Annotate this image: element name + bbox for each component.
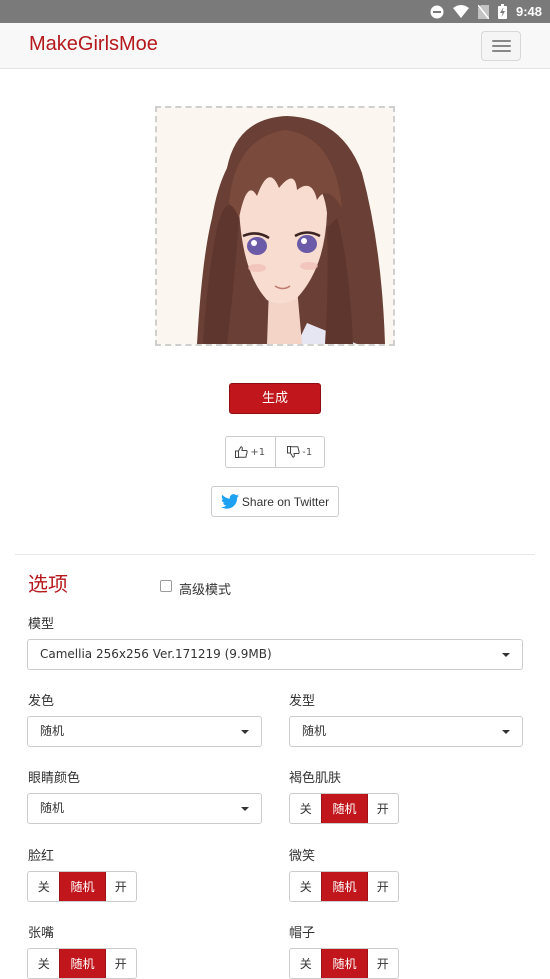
dnd-icon [430, 5, 444, 18]
advanced-mode-checkbox[interactable] [160, 580, 172, 592]
smile-off-button[interactable]: 关 [290, 872, 321, 901]
model-label: 模型 [28, 617, 55, 632]
smile-random-button[interactable]: 随机 [321, 872, 368, 901]
open-mouth-label: 张嘴 [28, 926, 55, 941]
status-icons: 9:48 [430, 0, 542, 23]
eye-color-select[interactable]: 随机 [27, 793, 262, 824]
open-mouth-off-button[interactable]: 关 [28, 949, 59, 978]
dark-skin-off-button[interactable]: 关 [290, 794, 321, 823]
hat-on-button[interactable]: 开 [368, 949, 398, 978]
dark-skin-toggle: 关 随机 开 [289, 793, 399, 824]
hat-label: 帽子 [289, 926, 316, 941]
hat-off-button[interactable]: 关 [290, 949, 321, 978]
downvote-label: -1 [302, 446, 313, 458]
hamburger-icon-bar [492, 50, 511, 52]
generate-button[interactable]: 生成 [229, 383, 321, 414]
status-bar: 9:48 [0, 0, 550, 23]
model-select-value: Camellia 256x256 Ver.171219 (9.9MB) [40, 647, 272, 661]
caret-down-icon [502, 730, 510, 734]
status-time: 9:48 [515, 4, 542, 19]
brand-link[interactable]: MakeGirlsMoe [29, 33, 158, 56]
advanced-mode-label[interactable]: 高级模式 [179, 579, 231, 598]
section-divider [15, 554, 535, 555]
navbar: MakeGirlsMoe [0, 23, 550, 69]
generated-portrait [155, 106, 395, 346]
hair-style-select[interactable]: 随机 [289, 716, 523, 747]
hair-color-label: 发色 [28, 694, 55, 709]
hair-style-select-value: 随机 [302, 724, 327, 738]
open-mouth-toggle: 关 随机 开 [27, 948, 137, 979]
vote-button-group: +1 -1 [225, 436, 325, 468]
twitter-bird-icon [220, 494, 239, 509]
anime-girl-portrait [157, 108, 393, 344]
dark-skin-random-button[interactable]: 随机 [321, 794, 368, 823]
upvote-button[interactable]: +1 [226, 437, 275, 467]
hair-color-select[interactable]: 随机 [27, 716, 262, 747]
eye-color-label: 眼睛颜色 [28, 771, 81, 786]
caret-down-icon [241, 730, 249, 734]
blush-off-button[interactable]: 关 [28, 872, 59, 901]
eye-color-select-value: 随机 [40, 801, 65, 815]
battery-icon [497, 4, 507, 19]
smile-toggle: 关 随机 开 [289, 871, 399, 902]
open-mouth-random-button[interactable]: 随机 [59, 949, 106, 978]
options-title: 选项 [28, 572, 68, 596]
hair-style-label: 发型 [289, 694, 316, 709]
dark-skin-label: 褐色肌肤 [289, 771, 342, 786]
blush-toggle: 关 随机 开 [27, 871, 137, 902]
blush-random-button[interactable]: 随机 [59, 872, 106, 901]
dark-skin-on-button[interactable]: 开 [368, 794, 398, 823]
blush-on-button[interactable]: 开 [106, 872, 136, 901]
thumbs-up-icon [235, 446, 249, 458]
hamburger-icon-bar [492, 45, 511, 47]
upvote-label: +1 [250, 446, 266, 458]
no-sim-icon [477, 4, 489, 19]
caret-down-icon [502, 653, 510, 657]
caret-down-icon [241, 807, 249, 811]
hamburger-menu-button[interactable] [481, 31, 521, 61]
twitter-share-label: Share on Twitter [241, 494, 330, 509]
smile-on-button[interactable]: 开 [368, 872, 398, 901]
smile-label: 微笑 [289, 849, 316, 864]
hamburger-icon [492, 40, 511, 42]
open-mouth-on-button[interactable]: 开 [106, 949, 136, 978]
model-select[interactable]: Camellia 256x256 Ver.171219 (9.9MB) [27, 639, 523, 670]
downvote-button[interactable]: -1 [274, 437, 325, 467]
wifi-icon [452, 5, 469, 18]
blush-label: 脸红 [28, 849, 55, 864]
hair-color-select-value: 随机 [40, 724, 65, 738]
hat-random-button[interactable]: 随机 [321, 949, 368, 978]
thumbs-down-icon [287, 446, 300, 458]
hat-toggle: 关 随机 开 [289, 948, 399, 979]
share-on-twitter-button[interactable]: Share on Twitter [211, 486, 339, 517]
